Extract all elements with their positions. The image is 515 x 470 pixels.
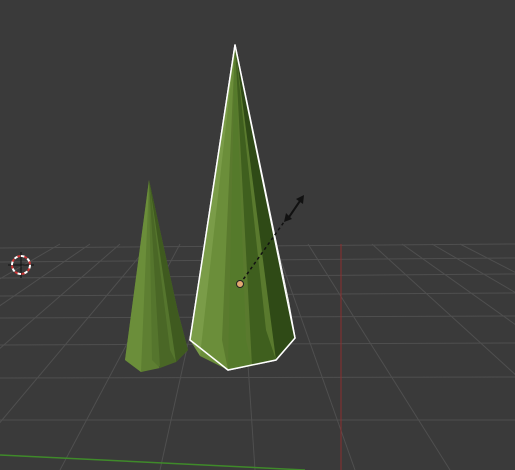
3d-viewport[interactable]	[0, 0, 515, 470]
viewport-canvas[interactable]	[0, 0, 515, 470]
x-axis-line	[0, 454, 306, 470]
object-origin-dot	[236, 280, 244, 288]
cone-large-selected[interactable]	[189, 44, 296, 371]
3d-cursor-icon[interactable]	[8, 252, 34, 278]
cone-small[interactable]	[125, 180, 188, 372]
